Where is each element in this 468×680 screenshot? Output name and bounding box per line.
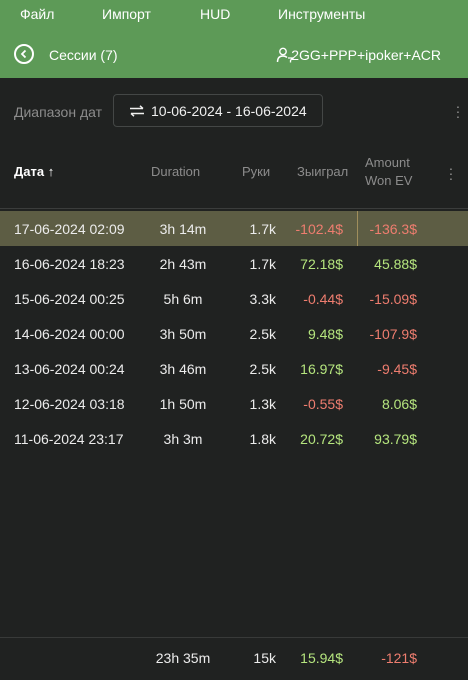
menu-hud[interactable]: HUD xyxy=(200,6,230,22)
menu-tools[interactable]: Инструменты xyxy=(278,6,365,22)
cell-date: 12-06-2024 03:18 xyxy=(14,396,125,412)
cell-won-ev: 93.79$ xyxy=(374,431,417,447)
user-filter-icon[interactable] xyxy=(276,47,294,63)
cell-won-ev: 8.06$ xyxy=(381,396,417,412)
column-duration[interactable]: Duration xyxy=(151,164,200,179)
menu-bar: Файл Импорт HUD Инструменты xyxy=(0,0,468,28)
cell-won: -102.4$ xyxy=(295,221,343,237)
totals-divider xyxy=(0,637,468,638)
column-hands[interactable]: Руки xyxy=(242,164,270,179)
sessions-table: 17-06-2024 02:09 3h 14m 1.7k -102.4$ -13… xyxy=(0,211,468,456)
sessions-header: Сессии (7) 2GG+PPP+ipoker+ACR xyxy=(0,28,468,78)
cell-won: 72.18$ xyxy=(300,256,343,272)
site-filter[interactable]: 2GG+PPP+ipoker+ACR xyxy=(291,47,441,63)
table-row[interactable]: 17-06-2024 02:09 3h 14m 1.7k -102.4$ -13… xyxy=(0,211,468,246)
cell-won: 9.48$ xyxy=(307,326,343,342)
table-row[interactable]: 13-06-2024 00:24 3h 46m 2.5k 16.97$ -9.4… xyxy=(0,351,468,386)
table-row[interactable]: 11-06-2024 23:17 3h 3m 1.8k 20.72$ 93.79… xyxy=(0,421,468,456)
cell-date: 16-06-2024 18:23 xyxy=(14,256,125,272)
column-won[interactable]: Зыиграл xyxy=(297,164,348,179)
cell-duration: 5h 6m xyxy=(163,291,203,307)
total-duration: 23h 35m xyxy=(155,650,211,666)
total-won-ev: -121$ xyxy=(381,650,417,666)
column-won-ev[interactable]: Amount Won EV xyxy=(365,154,412,190)
chevron-left-icon xyxy=(20,49,27,59)
cell-date: 15-06-2024 00:25 xyxy=(14,291,125,307)
table-row[interactable]: 12-06-2024 03:18 1h 50m 1.3k -0.55$ 8.06… xyxy=(0,386,468,421)
cell-won: -0.55$ xyxy=(303,396,343,412)
cell-date: 11-06-2024 23:17 xyxy=(14,431,124,447)
cell-duration: 3h 50m xyxy=(159,326,207,342)
column-options-icon[interactable]: · · · xyxy=(448,161,454,185)
column-date[interactable]: Дата ↑ xyxy=(14,164,54,179)
total-won: 15.94$ xyxy=(300,650,343,666)
more-options-icon[interactable]: · · · xyxy=(455,99,461,123)
date-range-value: 10-06-2024 - 16-06-2024 xyxy=(151,103,307,119)
menu-import[interactable]: Импорт xyxy=(102,6,151,22)
cell-won-ev: -107.9$ xyxy=(369,326,417,342)
column-won-ev-line2: Won EV xyxy=(365,173,413,188)
back-button[interactable] xyxy=(14,44,34,64)
cell-duration: 3h 46m xyxy=(159,361,207,377)
selected-row-marker xyxy=(357,211,358,246)
cell-duration: 1h 50m xyxy=(159,396,207,412)
cell-duration: 3h 3m xyxy=(163,431,203,447)
column-won-ev-line1: Amount xyxy=(365,155,410,170)
cell-won: -0.44$ xyxy=(303,291,343,307)
table-row[interactable]: 14-06-2024 00:00 3h 50m 2.5k 9.48$ -107.… xyxy=(0,316,468,351)
swap-arrows-icon xyxy=(130,105,144,117)
cell-won-ev: -15.09$ xyxy=(369,291,417,307)
menu-file[interactable]: Файл xyxy=(20,6,54,22)
cell-won-ev: -136.3$ xyxy=(369,221,417,237)
cell-date: 14-06-2024 00:00 xyxy=(14,326,125,342)
cell-won-ev: -9.45$ xyxy=(377,361,417,377)
cell-date: 13-06-2024 00:24 xyxy=(14,361,125,377)
table-divider xyxy=(0,208,468,209)
sessions-title: Сессии (7) xyxy=(49,47,118,63)
cell-won: 20.72$ xyxy=(300,431,343,447)
cell-duration: 2h 43m xyxy=(159,256,207,272)
cell-won-ev: 45.88$ xyxy=(374,256,417,272)
table-row[interactable]: 16-06-2024 18:23 2h 43m 1.7k 72.18$ 45.8… xyxy=(0,246,468,281)
table-row[interactable]: 15-06-2024 00:25 5h 6m 3.3k -0.44$ -15.0… xyxy=(0,281,468,316)
cell-won: 16.97$ xyxy=(300,361,343,377)
cell-date: 17-06-2024 02:09 xyxy=(14,221,125,237)
date-range-button[interactable]: 10-06-2024 - 16-06-2024 xyxy=(113,94,323,127)
cell-duration: 3h 14m xyxy=(159,221,207,237)
date-range-label: Диапазон дат xyxy=(14,104,103,120)
